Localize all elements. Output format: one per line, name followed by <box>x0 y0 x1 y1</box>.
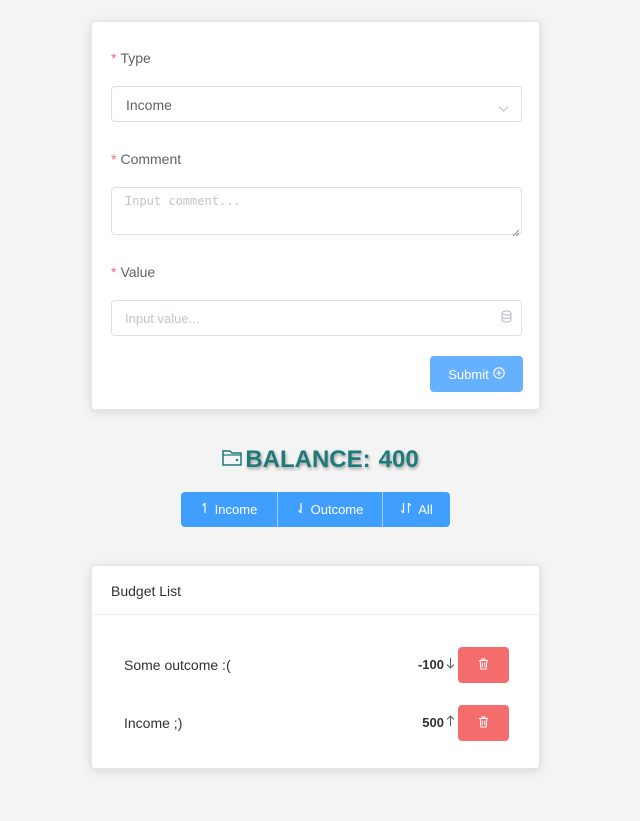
required-marker: * <box>111 50 117 66</box>
filter-all-button[interactable]: All <box>382 492 450 527</box>
budget-form-card: *Type Income *Comment *Value Submit <box>91 21 540 410</box>
arrow-down-icon <box>446 657 455 672</box>
comment-label: * Comment <box>111 151 181 167</box>
required-marker: * <box>111 264 117 280</box>
item-comment: Income ;) <box>124 715 183 731</box>
value-label-text: Value <box>120 264 156 280</box>
delete-button[interactable] <box>458 705 509 741</box>
trash-icon <box>478 716 489 731</box>
budget-list-title: Budget List <box>92 566 539 615</box>
arrow-up-icon <box>201 502 209 517</box>
value-input[interactable] <box>111 300 522 336</box>
item-value: -100 <box>418 657 455 672</box>
chevron-down-icon <box>498 100 509 118</box>
coins-icon <box>501 310 512 328</box>
item-value-text: -100 <box>417 657 444 672</box>
type-select-value: Income <box>126 97 172 113</box>
comment-label-text: Comment <box>120 151 182 167</box>
item-value: 500 <box>422 715 455 730</box>
type-label-text: Type <box>120 50 151 66</box>
item-value-text: 500 <box>422 715 444 730</box>
item-comment: Some outcome :( <box>124 657 231 673</box>
filter-outcome-label: Outcome <box>310 502 364 517</box>
type-label: * Type <box>111 50 151 66</box>
submit-button-label: Submit <box>448 366 489 382</box>
value-label: * Value <box>111 264 155 280</box>
trash-icon <box>478 658 489 673</box>
resize-grip-icon[interactable] <box>511 224 520 242</box>
circle-plus-icon <box>492 366 505 382</box>
list-item: Some outcome :( -100 <box>92 647 539 683</box>
arrow-up-icon <box>446 715 455 730</box>
delete-button[interactable] <box>458 647 509 683</box>
filter-all-label: All <box>418 502 433 517</box>
sort-icon <box>400 502 412 517</box>
filter-income-label: Income <box>214 502 258 517</box>
balance-label: BALANCE: <box>245 446 371 473</box>
balance-value: 400 <box>378 446 419 473</box>
type-select[interactable]: Income <box>111 86 522 122</box>
wallet-icon <box>221 446 243 474</box>
arrow-down-icon <box>297 502 305 517</box>
list-item: Income ;) 500 <box>92 705 539 741</box>
required-marker: * <box>111 151 117 167</box>
filter-income-button[interactable]: Income <box>181 492 277 527</box>
submit-button[interactable]: Submit <box>430 356 523 392</box>
filter-button-group: Income Outcome All <box>181 492 450 527</box>
filter-outcome-button[interactable]: Outcome <box>277 492 382 527</box>
comment-textarea[interactable] <box>111 187 522 235</box>
balance-display: BALANCE: 400 <box>0 444 640 476</box>
budget-list-card: Budget List Some outcome :( -100 Income … <box>91 565 540 769</box>
